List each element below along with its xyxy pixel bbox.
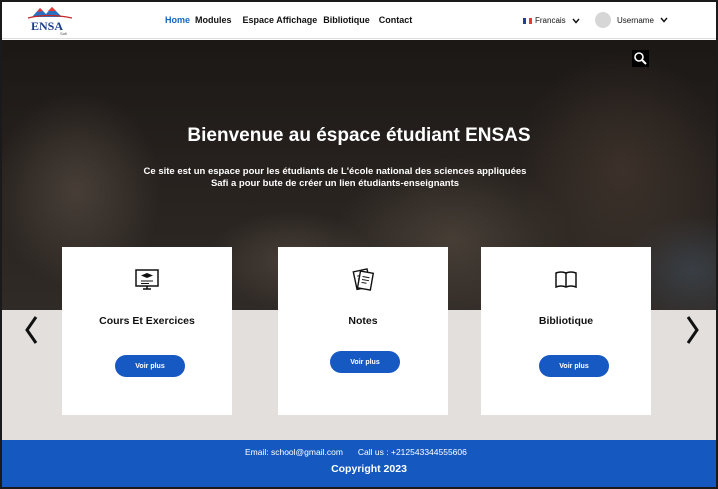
carousel-prev-arrow-icon[interactable]	[22, 314, 42, 346]
copyright-text: Copyright 2023	[331, 463, 407, 475]
voir-plus-button[interactable]: Voir plus	[115, 355, 185, 377]
card-title: Notes	[348, 315, 378, 327]
hero-title: Bienvenue au éspace étudiant ENSAS	[187, 125, 531, 146]
hero-subtitle: Ce site est un espace pour les étudiants…	[143, 166, 527, 189]
nav-contact[interactable]: Contact	[379, 15, 413, 25]
nav-espace-affichage[interactable]: Espace Affichage	[243, 15, 318, 25]
voir-plus-button[interactable]: Voir plus	[330, 351, 400, 373]
notes-icon	[352, 268, 375, 291]
carousel-next-arrow-icon[interactable]	[682, 314, 702, 346]
card-bibliotique: Bibliotique Voir plus	[481, 247, 651, 415]
nav-home[interactable]: Home	[165, 15, 190, 25]
ensa-logo[interactable]: ENSA Safi	[26, 5, 76, 37]
card-cours-exercices: Cours Et Exercices Voir plus	[62, 247, 232, 415]
nav-modules[interactable]: Modules	[195, 15, 232, 25]
logo-text: ENSA	[31, 19, 64, 33]
chevron-down-icon	[660, 17, 668, 23]
book-icon	[555, 271, 577, 289]
search-icon	[632, 50, 649, 67]
top-navbar: ENSA Safi Home Modules Espace Affichage …	[2, 2, 716, 39]
computer-lesson-icon	[135, 269, 159, 290]
user-menu[interactable]: Username	[595, 12, 668, 28]
language-label: Francais	[535, 16, 566, 25]
language-selector[interactable]: Francais	[523, 16, 580, 25]
card-notes: Notes Voir plus	[278, 247, 448, 415]
french-flag-icon	[523, 17, 532, 24]
logo-subtext: Safi	[60, 31, 67, 36]
card-title: Cours Et Exercices	[99, 315, 195, 327]
search-button[interactable]	[632, 50, 649, 67]
chevron-down-icon	[572, 18, 580, 24]
card-title: Bibliotique	[538, 315, 594, 327]
main-nav: Home Modules Espace Affichage Bibliotiqu…	[165, 15, 412, 25]
footer-email[interactable]: Email: school@gmail.com	[245, 447, 343, 457]
username-label: Username	[617, 15, 654, 25]
nav-bibliotique[interactable]: Bibliotique	[323, 15, 370, 25]
footer: Email: school@gmail.com Call us : +21254…	[2, 440, 716, 487]
voir-plus-button[interactable]: Voir plus	[539, 355, 609, 377]
footer-contact: Email: school@gmail.com Call us : +21254…	[245, 447, 467, 457]
avatar	[595, 12, 611, 28]
page-frame: ENSA Safi Home Modules Espace Affichage …	[0, 0, 718, 489]
footer-phone[interactable]: Call us : +212543344555606	[358, 447, 467, 457]
